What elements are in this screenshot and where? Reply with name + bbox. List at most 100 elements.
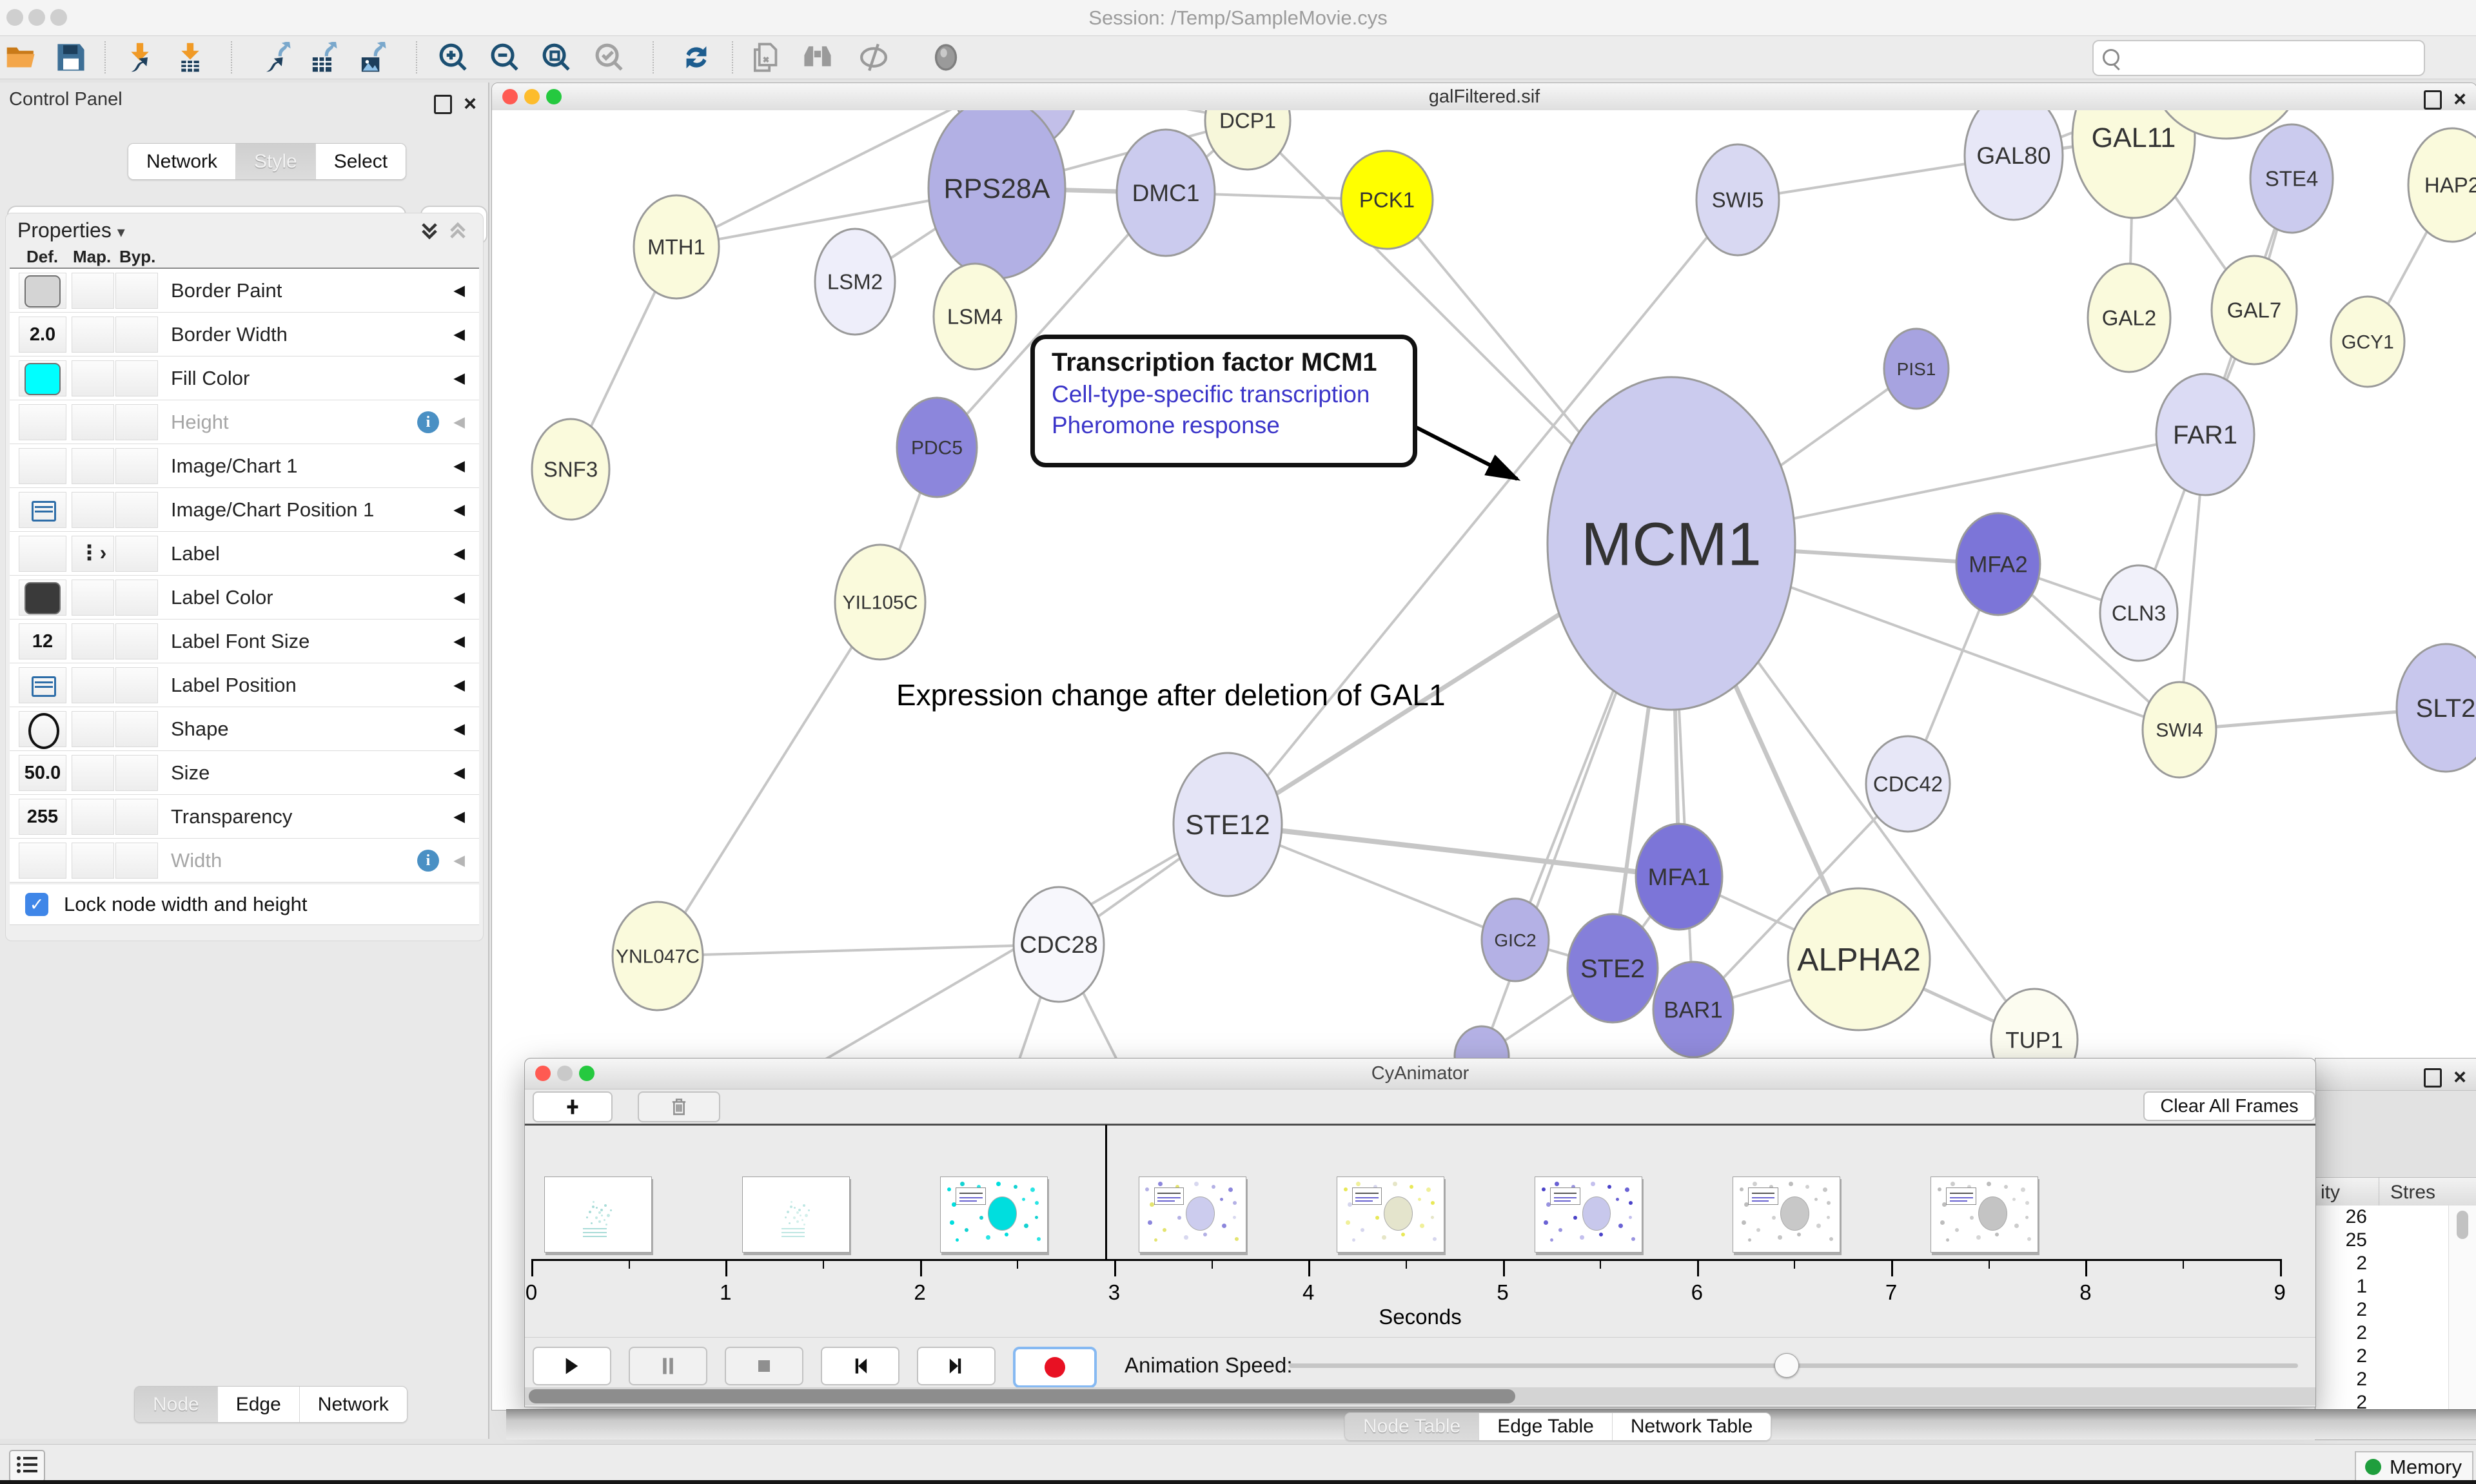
timeline-playhead[interactable]: [1105, 1125, 1107, 1260]
mapping-cell[interactable]: [72, 317, 114, 353]
expand-property-icon[interactable]: ◀: [453, 488, 465, 531]
tab-select[interactable]: Select: [316, 144, 406, 179]
expand-property-icon[interactable]: ◀: [453, 795, 465, 838]
mapping-cell[interactable]: [72, 580, 114, 616]
property-row[interactable]: Image/Chart 1◀: [10, 444, 479, 488]
lock-checkbox[interactable]: ✓: [25, 893, 48, 916]
cyanimator-titlebar[interactable]: CyAnimator: [525, 1059, 2315, 1089]
export-image-icon[interactable]: [357, 42, 389, 73]
mapping-cell[interactable]: [72, 711, 114, 747]
timeline-frame-7[interactable]: [1931, 1176, 2038, 1253]
bypass-cell[interactable]: [115, 711, 158, 747]
bypass-cell[interactable]: [115, 448, 158, 484]
task-history-button[interactable]: [9, 1450, 45, 1482]
annotation-box[interactable]: Transcription factor MCM1 Cell-type-spec…: [1030, 335, 1417, 467]
expand-property-icon[interactable]: ◀: [453, 707, 465, 750]
property-row[interactable]: Fill Color◀: [10, 356, 479, 400]
property-row[interactable]: ⋮›Label◀: [10, 532, 479, 576]
property-row[interactable]: Label Color◀: [10, 576, 479, 620]
default-cell[interactable]: [19, 580, 66, 616]
tab-network[interactable]: Network: [128, 144, 236, 179]
mapping-cell[interactable]: [72, 404, 114, 440]
bypass-cell[interactable]: [115, 536, 158, 572]
export-network-icon[interactable]: [261, 42, 293, 73]
memory-button[interactable]: Memory: [2355, 1451, 2473, 1483]
timeline-frame-2[interactable]: [940, 1176, 1048, 1253]
mapping-cell[interactable]: [72, 492, 114, 528]
tab-edge-table[interactable]: Edge Table: [1479, 1413, 1613, 1440]
expand-property-icon[interactable]: ◀: [453, 532, 465, 575]
zoom-selected-icon[interactable]: [593, 42, 625, 73]
stop-button[interactable]: [725, 1347, 803, 1385]
play-button[interactable]: [533, 1347, 611, 1385]
refresh-icon[interactable]: [680, 42, 712, 73]
add-frame-button[interactable]: [533, 1091, 613, 1122]
property-row[interactable]: Border Paint◀: [10, 269, 479, 313]
float-panel-icon[interactable]: [434, 95, 452, 114]
property-row[interactable]: 50.0Size◀: [10, 751, 479, 795]
zoom-fit-icon[interactable]: [540, 42, 573, 73]
import-network-icon[interactable]: [124, 42, 156, 73]
default-cell[interactable]: [19, 492, 66, 528]
default-value[interactable]: 12: [19, 624, 66, 659]
expand-property-icon[interactable]: ◀: [453, 356, 465, 400]
property-row[interactable]: 12Label Font Size◀: [10, 620, 479, 663]
color-swatch[interactable]: [25, 582, 61, 614]
bypass-cell[interactable]: [115, 580, 158, 616]
default-cell[interactable]: [19, 711, 66, 747]
expand-property-icon[interactable]: ◀: [453, 400, 465, 444]
open-folder-icon[interactable]: [5, 42, 37, 73]
mapping-cell[interactable]: [72, 273, 114, 309]
bypass-cell[interactable]: [115, 799, 158, 835]
mapping-icon[interactable]: ⋮›: [72, 536, 113, 569]
timeline-frame-1[interactable]: [742, 1176, 850, 1253]
cyanimator-hscrollbar[interactable]: [525, 1387, 2315, 1405]
default-cell[interactable]: 255: [19, 799, 66, 835]
column-centrality[interactable]: ity: [2321, 1182, 2340, 1204]
tab-network-style[interactable]: Network: [300, 1387, 407, 1422]
table-scrollbar[interactable]: [2448, 1206, 2476, 1440]
expand-all-icon[interactable]: [418, 220, 440, 245]
close-panel-icon[interactable]: ×: [464, 92, 477, 116]
timeline-frame-4[interactable]: [1337, 1176, 1444, 1253]
expand-property-icon[interactable]: ◀: [453, 444, 465, 487]
property-row[interactable]: 2.0Border Width◀: [10, 313, 479, 356]
expand-property-icon[interactable]: ◀: [453, 620, 465, 663]
expand-property-icon[interactable]: ◀: [453, 269, 465, 312]
network-edge[interactable]: [658, 602, 880, 956]
position-icon[interactable]: [32, 676, 56, 697]
color-swatch[interactable]: [25, 363, 61, 395]
position-icon[interactable]: [32, 501, 56, 522]
table-row[interactable]: 2: [2315, 1298, 2448, 1322]
mapping-cell[interactable]: [72, 360, 114, 396]
binoculars-icon[interactable]: [801, 42, 834, 73]
default-cell[interactable]: [19, 273, 66, 309]
timeline-frame-3[interactable]: [1139, 1176, 1246, 1253]
zoom-out-icon[interactable]: [489, 42, 521, 73]
network-window-titlebar[interactable]: galFiltered.sif ×: [492, 83, 2476, 111]
zoom-in-icon[interactable]: [437, 42, 469, 73]
bypass-cell[interactable]: [115, 360, 158, 396]
tab-network-table[interactable]: Network Table: [1613, 1413, 1771, 1440]
property-row[interactable]: 255Transparency◀: [10, 795, 479, 839]
mapping-cell[interactable]: [72, 843, 114, 879]
ellipse-shape-icon[interactable]: [28, 713, 59, 749]
property-row[interactable]: Shape◀: [10, 707, 479, 751]
annotation-link[interactable]: Pheromone response: [1052, 412, 1413, 439]
bypass-cell[interactable]: [115, 755, 158, 791]
mapping-cell[interactable]: [72, 799, 114, 835]
property-row[interactable]: Widthi◀: [10, 839, 479, 883]
pause-button[interactable]: [629, 1347, 707, 1385]
default-cell[interactable]: [19, 667, 66, 703]
table-row[interactable]: 2: [2315, 1322, 2448, 1345]
expand-property-icon[interactable]: ◀: [453, 663, 465, 707]
copy-icon[interactable]: [750, 42, 782, 73]
tab-style[interactable]: Style: [236, 144, 316, 179]
table-row[interactable]: 2: [2315, 1345, 2448, 1368]
export-table-icon[interactable]: [308, 42, 340, 73]
slider-thumb[interactable]: [1774, 1353, 1799, 1378]
float-window-icon[interactable]: [2424, 90, 2442, 110]
tab-edge[interactable]: Edge: [218, 1387, 300, 1422]
expand-property-icon[interactable]: ◀: [453, 313, 465, 356]
property-row[interactable]: Label Position◀: [10, 663, 479, 707]
